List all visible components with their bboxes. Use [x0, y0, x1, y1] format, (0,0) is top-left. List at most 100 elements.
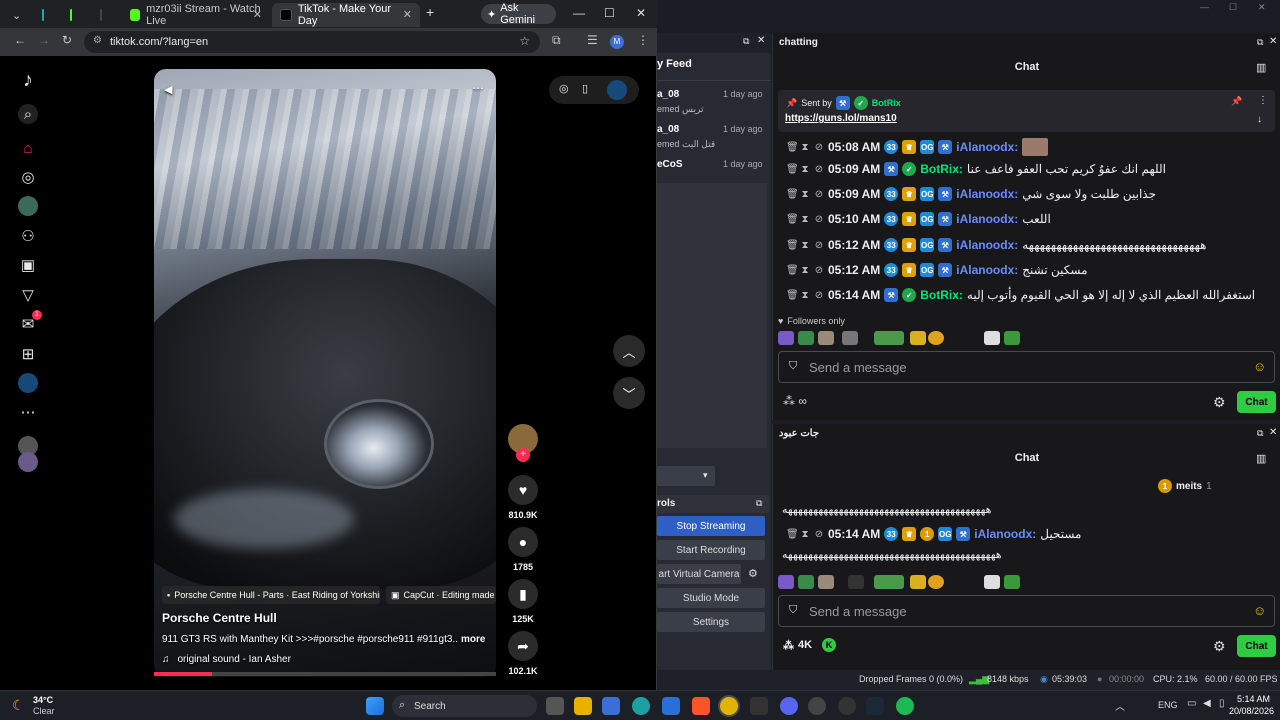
address-bar[interactable]: ⚙ tiktok.com/?lang=en ☆	[84, 31, 540, 53]
message-user[interactable]: BotRix:	[920, 288, 963, 302]
message-user[interactable]: iAlanoodx:	[956, 238, 1018, 252]
reload-icon[interactable]: ↻	[62, 33, 72, 47]
following-avatar[interactable]	[18, 196, 38, 216]
creator-avatar-button[interactable]: +	[507, 424, 539, 462]
bookmark-star-icon[interactable]: ☆	[519, 34, 530, 48]
heart-icon[interactable]: ♥	[508, 475, 538, 505]
next-video-button[interactable]: ﹀	[613, 377, 645, 409]
scene-select[interactable]: ▾	[657, 466, 715, 486]
emote[interactable]	[1004, 575, 1020, 589]
trash-icon[interactable]: 🗑	[786, 240, 799, 251]
phone-icon[interactable]: ▯	[582, 82, 588, 95]
feed-item[interactable]: a_08 1 day ago emed قتل اليت	[657, 124, 767, 158]
share-action[interactable]: ➦ 102.1K	[507, 631, 539, 676]
points-icon[interactable]: ⁂ ∞	[783, 394, 807, 408]
kick-icon[interactable]: K	[822, 638, 836, 652]
tab-kick-stream[interactable]: mzr03ii Stream - Watch Live ✕	[122, 3, 270, 27]
ban-icon[interactable]: ⊘	[814, 189, 824, 200]
capcut-chip[interactable]: ▣ CapCut · Editing made	[386, 586, 496, 604]
start-recording-button[interactable]: Start Recording	[657, 540, 765, 560]
more-options-icon[interactable]: ⋮	[1258, 95, 1268, 106]
ban-icon[interactable]: ⊘	[814, 214, 824, 225]
upload-icon[interactable]: ▽	[18, 285, 38, 305]
emote[interactable]	[818, 575, 834, 589]
ban-icon[interactable]: ⊘	[814, 142, 824, 153]
trash-icon[interactable]: 🗑	[786, 290, 799, 301]
emote[interactable]	[984, 331, 1000, 345]
media-icon[interactable]: ☰	[587, 33, 598, 47]
emoji-icon[interactable]: ☺	[1253, 603, 1266, 618]
app-icon[interactable]	[750, 697, 768, 715]
trash-icon[interactable]: 🗑	[786, 164, 799, 175]
video-progress-bar[interactable]	[154, 672, 496, 676]
settings-button[interactable]: Settings	[657, 612, 765, 632]
timeout-icon[interactable]: ⧗	[800, 214, 810, 225]
volume-icon[interactable]: ◀	[1203, 698, 1211, 709]
ban-icon[interactable]: ⊘	[814, 529, 824, 540]
live-icon[interactable]: ▣	[18, 255, 38, 275]
tab-list-button[interactable]: ⌄	[4, 3, 32, 27]
message-user[interactable]: iAlanoodx:	[956, 140, 1018, 154]
undock-icon[interactable]: ⧉	[1257, 428, 1263, 439]
compass-icon[interactable]: ◎	[559, 82, 569, 95]
app-maximize-button[interactable]: ☐	[1229, 2, 1237, 13]
timeout-icon[interactable]: ⧗	[800, 164, 810, 175]
comment-icon[interactable]: ●	[508, 527, 538, 557]
emote[interactable]	[910, 575, 926, 589]
message-user[interactable]: iAlanoodx:	[956, 187, 1018, 201]
menu-icon[interactable]: ⋮	[637, 33, 649, 47]
profile-avatar[interactable]	[607, 80, 627, 100]
gear-icon[interactable]: ⚙	[1213, 638, 1226, 655]
video-author[interactable]: Porsche Centre Hull	[162, 611, 277, 625]
chevron-up-icon[interactable]: ︿	[1115, 698, 1125, 713]
home-icon[interactable]: ⌂	[18, 138, 38, 158]
ban-icon[interactable]: ⊘	[814, 290, 824, 301]
maximize-button[interactable]: ☐	[604, 6, 615, 20]
account-avatar[interactable]	[18, 452, 38, 472]
undock-icon[interactable]: ⧉	[1257, 37, 1263, 48]
store-icon[interactable]	[602, 697, 620, 715]
obs-icon[interactable]	[808, 697, 826, 715]
tab-tiktok[interactable]: TikTok - Make Your Day ✕	[272, 3, 420, 27]
app-icon[interactable]	[838, 697, 856, 715]
message-user[interactable]: iAlanoodx:	[974, 527, 1036, 541]
volume-icon[interactable]: ◀	[164, 83, 172, 96]
more-icon[interactable]: ⋯	[18, 402, 38, 422]
battery-icon[interactable]: ▯	[1219, 698, 1225, 709]
share-icon[interactable]: ➦	[508, 631, 538, 661]
emote[interactable]	[928, 575, 944, 589]
undock-icon[interactable]: ⧉	[756, 498, 762, 509]
chrome-icon[interactable]	[720, 697, 738, 715]
emote[interactable]	[1004, 331, 1020, 345]
emote[interactable]	[910, 331, 926, 345]
studio-mode-button[interactable]: Studio Mode	[657, 588, 765, 608]
location-chip[interactable]: ▪ Porsche Centre Hull - Parts · East Ridi…	[162, 586, 380, 604]
ban-icon[interactable]: ⊘	[814, 265, 824, 276]
file-explorer-icon[interactable]	[574, 697, 592, 715]
emote[interactable]	[798, 331, 814, 345]
timeout-icon[interactable]: ⧗	[800, 240, 810, 251]
forward-icon[interactable]: →	[38, 33, 50, 47]
emote[interactable]	[984, 575, 1000, 589]
site-info-icon[interactable]: ⚙	[93, 35, 102, 46]
message-user[interactable]: BotRix:	[920, 162, 963, 176]
trash-icon[interactable]: 🗑	[786, 189, 799, 200]
chat-input-1[interactable]: ⛉ Send a message ☺	[778, 351, 1275, 383]
close-icon[interactable]: ✕	[1269, 427, 1277, 438]
spotify-icon[interactable]	[896, 697, 914, 715]
tiktok-logo-icon[interactable]: ♪	[18, 69, 38, 91]
close-window-button[interactable]: ✕	[636, 6, 646, 20]
back-icon[interactable]: ←	[14, 33, 26, 47]
discord-icon[interactable]	[780, 697, 798, 715]
trash-icon[interactable]: 🗑	[786, 265, 799, 276]
arrow-down-icon[interactable]: ↓	[1257, 114, 1262, 125]
message-user[interactable]: iAlanoodx:	[956, 212, 1018, 226]
timeout-icon[interactable]: ⧗	[800, 265, 810, 276]
close-icon[interactable]: ✕	[1269, 36, 1277, 47]
feed-item[interactable]: a_08 1 day ago emed ثريس	[657, 89, 767, 123]
timeout-icon[interactable]: ⧗	[800, 189, 810, 200]
steam-icon[interactable]	[866, 697, 884, 715]
previous-video-button[interactable]: ︿	[613, 335, 645, 367]
like-action[interactable]: ♥ 810.9K	[507, 475, 539, 520]
extensions-icon[interactable]: ⧉	[552, 33, 561, 48]
